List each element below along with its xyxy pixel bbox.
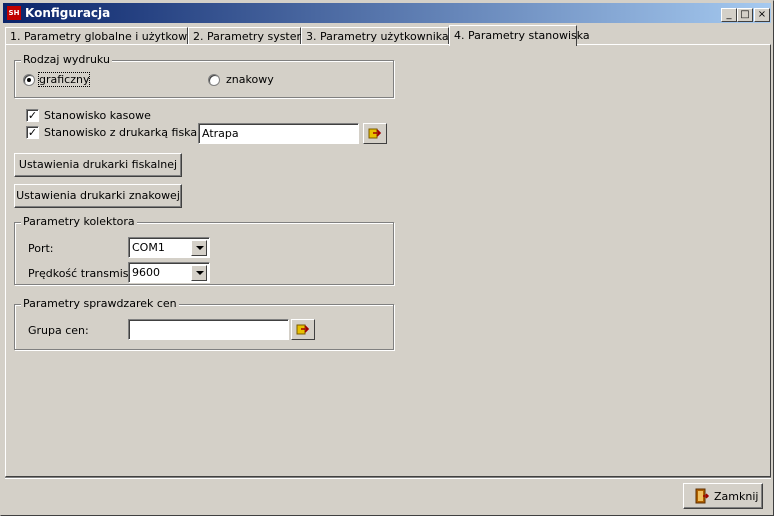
graphic-radio[interactable] — [23, 74, 35, 86]
fiscal-printer-settings-button[interactable]: Ustawienia drukarki fiskalnej — [14, 153, 182, 177]
fiscal-station-label[interactable]: Stanowisko z drukarką fiskalną: — [44, 126, 218, 139]
maximize-button[interactable]: □ — [737, 8, 753, 22]
window-title: Konfiguracja — [25, 6, 111, 20]
app-icon: SH — [7, 6, 21, 20]
fiscal-station-checkbox[interactable]: ✓ — [26, 126, 39, 139]
select-arrow-icon — [368, 128, 382, 139]
close-button[interactable]: Zamknij — [683, 483, 763, 509]
print-type-legend: Rodzaj wydruku — [21, 53, 112, 66]
chevron-down-icon[interactable] — [191, 240, 207, 256]
chevron-down-icon[interactable] — [191, 265, 207, 281]
fiscal-printer-picker-button[interactable] — [363, 123, 387, 144]
exit-door-icon — [695, 488, 710, 504]
collector-legend: Parametry kolektora — [21, 215, 137, 228]
text-radio[interactable] — [208, 74, 220, 86]
price-checker-group: Parametry sprawdzarek cen Grupa cen: — [14, 297, 394, 350]
close-window-button[interactable]: × — [754, 8, 770, 22]
speed-value: 9600 — [132, 266, 160, 279]
tab-workstation-params[interactable]: 4. Parametry stanowiska — [449, 25, 590, 46]
price-group-label: Grupa cen: — [28, 324, 89, 337]
tab-global-params[interactable]: 1. Parametry globalne i użytkownika — [5, 27, 210, 45]
tab-panel: Rodzaj wydruku graficzny znakowy ✓ Stano… — [5, 44, 771, 477]
price-group-picker-button[interactable] — [291, 319, 315, 340]
port-select[interactable]: COM1 — [128, 237, 210, 258]
print-type-group: Rodzaj wydruku graficzny znakowy — [14, 53, 394, 98]
fiscal-printer-field[interactable]: Atrapa — [198, 123, 359, 144]
text-radio-label[interactable]: znakowy — [226, 73, 274, 86]
port-value: COM1 — [132, 241, 165, 254]
title-bar[interactable]: SH Konfiguracja _ □ × — [3, 3, 771, 23]
graphic-radio-label[interactable]: graficzny — [37, 72, 91, 87]
config-window: SH Konfiguracja _ □ × 1. Parametry globa… — [0, 0, 774, 516]
price-checker-legend: Parametry sprawdzarek cen — [21, 297, 179, 310]
collector-group: Parametry kolektora Port: COM1 Prędkość … — [14, 215, 394, 285]
tab-system-params[interactable]: 2. Parametry systemu — [188, 27, 314, 45]
tab-user-params-cd[interactable]: 3. Parametry użytkownika cd — [301, 27, 465, 45]
select-arrow-icon — [296, 324, 310, 335]
cash-station-label[interactable]: Stanowisko kasowe — [44, 109, 151, 122]
cash-station-checkbox[interactable]: ✓ — [26, 109, 39, 122]
footer-separator — [5, 477, 771, 479]
price-group-field[interactable] — [128, 319, 289, 340]
port-label: Port: — [28, 242, 54, 255]
speed-label: Prędkość transmisji: — [28, 267, 139, 280]
close-button-label: Zamknij — [714, 490, 759, 503]
minimize-button[interactable]: _ — [721, 8, 737, 22]
text-printer-settings-button[interactable]: Ustawienia drukarki znakowej — [14, 184, 182, 208]
speed-select[interactable]: 9600 — [128, 262, 210, 283]
